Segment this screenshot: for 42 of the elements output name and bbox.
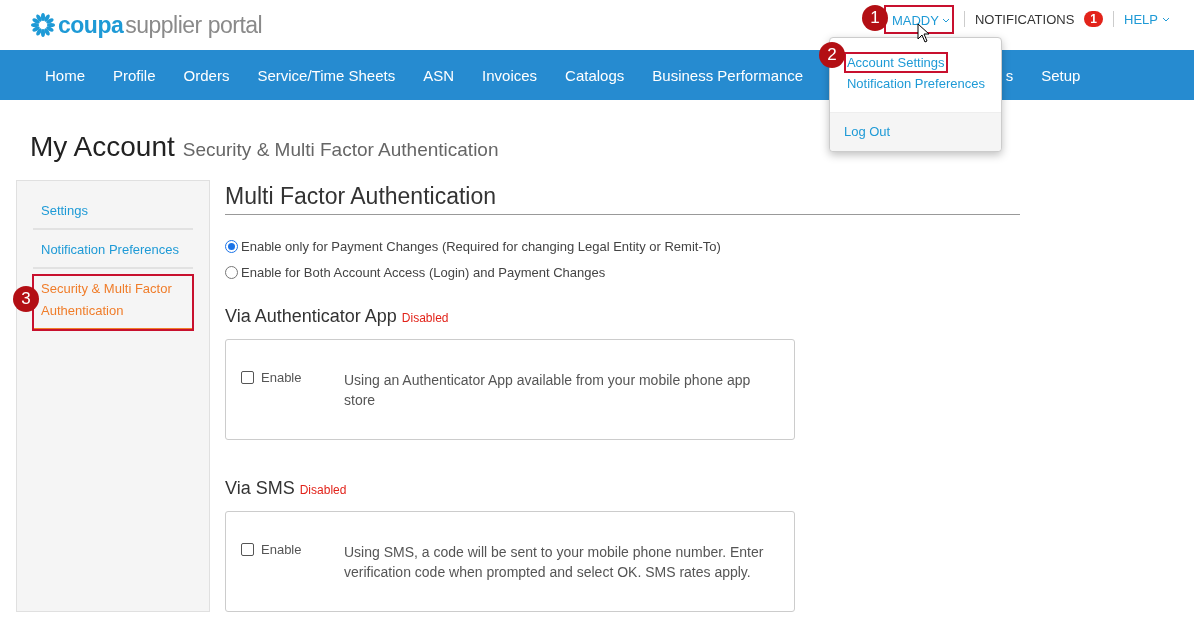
menu-item[interactable]: Notification Preferences [843, 72, 988, 94]
nav-item[interactable]: Service/Time Sheets [257, 66, 396, 84]
method-title: Via SMS [225, 478, 295, 499]
caret-icon [941, 17, 950, 23]
checkbox-label: Enable [261, 542, 302, 557]
checkbox[interactable] [241, 371, 254, 384]
nav-item[interactable]: Catalogs [565, 66, 625, 84]
method-description: Using an Authenticator App available from your mobile phone app store [344, 371, 752, 410]
radio-button[interactable] [225, 240, 238, 253]
notification-count: 1 [1084, 11, 1104, 27]
checkbox[interactable] [241, 543, 254, 556]
nav-item[interactable]: Invoices [482, 66, 538, 84]
page-title: My Account [30, 131, 175, 163]
sidebar-item[interactable]: Security & Multi Factor Authentication [33, 275, 193, 330]
logo-icon [30, 12, 56, 38]
menu-item[interactable]: Log Out [840, 121, 894, 141]
sidebar-item[interactable]: Notification Preferences [33, 236, 193, 269]
logo-brand[interactable]: coupa [58, 11, 124, 39]
method-title: Via Authenticator App [225, 306, 397, 327]
nav-item[interactable]: ASN [423, 66, 455, 84]
nav-item[interactable]: Business Performance [652, 66, 804, 84]
notifications-link[interactable]: NOTIFICATIONS [974, 11, 1075, 27]
page-subtitle: Security & Multi Factor Authentication [182, 139, 499, 161]
status-label: Disabled [401, 311, 449, 325]
step-marker: 1 [861, 4, 888, 31]
method-description: Using SMS, a code will be sent to your mobile phone number. Enter verification code when prompted and select OK. SMS rates apply. [344, 543, 765, 582]
section-title: Multi Factor Authentication [225, 180, 1020, 215]
caret-icon [1162, 16, 1170, 22]
radio-label: Enable only for Payment Changes (Required for changing Legal Entity or Remit-To) [241, 239, 721, 254]
radio-button[interactable] [225, 266, 238, 279]
checkbox-label: Enable [261, 370, 302, 385]
help-menu[interactable]: HELP [1124, 11, 1170, 27]
nav-item[interactable]: Setup [1041, 66, 1081, 84]
menu-item[interactable]: Account Settings [843, 51, 948, 73]
logo-product: supplier portal [125, 11, 263, 39]
nav-item[interactable]: Home [45, 66, 85, 84]
step-marker: 3 [13, 286, 39, 312]
nav-item[interactable]: Orders [183, 66, 230, 84]
status-label: Disabled [299, 483, 347, 497]
nav-item[interactable]: Profile [113, 66, 156, 84]
radio-label: Enable for Both Account Access (Login) and Payment Changes [241, 265, 606, 280]
sidebar-item[interactable]: Settings [33, 197, 193, 230]
